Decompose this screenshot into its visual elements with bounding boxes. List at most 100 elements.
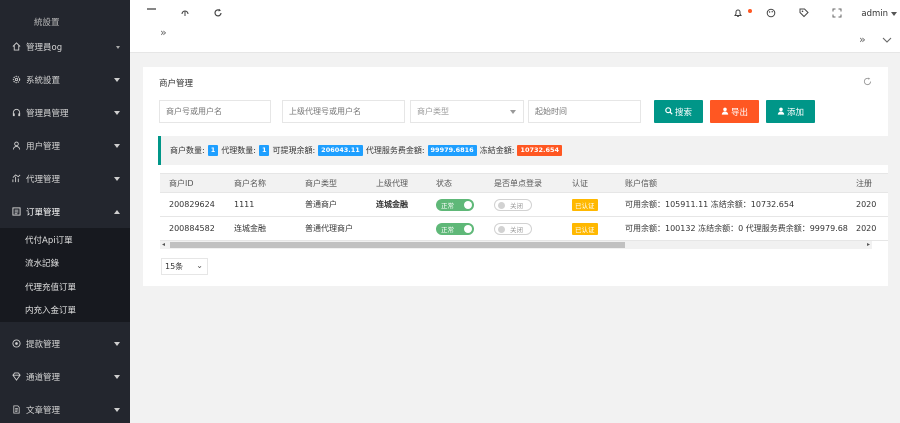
chevron-down-icon: [114, 408, 120, 412]
cell-balance: 可用余额：105911.11 冻结余额：10732.654: [625, 200, 795, 209]
sidebar-subitem-flow-records[interactable]: 流水記錄: [0, 252, 130, 276]
collapse-menu-icon[interactable]: [147, 6, 157, 17]
frozen-label: 冻結金額:: [479, 146, 515, 155]
status-toggle[interactable]: 正常: [436, 198, 474, 211]
fullscreen-icon[interactable]: [832, 8, 842, 21]
cell-reg-time: 2020: [856, 200, 877, 209]
sidebar-item-label: 管理員管理: [26, 108, 69, 119]
auth-badge: 已认证: [572, 222, 598, 235]
home-icon: [11, 42, 21, 52]
cell-reg-time: 2020: [856, 224, 877, 233]
chevron-down-icon: [114, 375, 120, 379]
agent-fee-badge: 99979.6816: [427, 145, 477, 156]
add-user-icon: [777, 107, 785, 117]
cell-merchant-id: 200829624: [169, 200, 215, 209]
cell-auth: 已认证: [572, 193, 598, 216]
notification-dot: [748, 9, 752, 13]
chevron-down-icon: [114, 144, 120, 148]
merchant-card: 商户管理 商户类型 搜索 导出 添加 商户数量: 1 代理数量: 1 可提現余額…: [143, 67, 888, 286]
available-label: 可提現余額:: [272, 146, 316, 155]
diamond-icon: [11, 372, 21, 382]
scrollbar-thumb[interactable]: [170, 242, 625, 248]
tab-right-arrows-icon[interactable]: »: [859, 33, 866, 46]
sso-toggle[interactable]: 关闭: [494, 222, 532, 235]
card-refresh-icon[interactable]: [863, 77, 872, 89]
note-icon[interactable]: [799, 8, 809, 21]
gear-icon: [11, 75, 21, 85]
page-size-value: 15条: [165, 262, 184, 271]
col-header: 注册: [856, 178, 872, 188]
sidebar-item-user-management[interactable]: 用户管理: [0, 129, 130, 162]
add-button-label: 添加: [786, 107, 804, 118]
theme-icon[interactable]: [766, 8, 776, 21]
globe-icon[interactable]: [180, 8, 190, 21]
sidebar-item-label: 通道管理: [26, 372, 61, 383]
sso-toggle-label: 关闭: [510, 225, 523, 234]
sidebar-subitem-internal-deposit[interactable]: 内充入金订單: [0, 299, 130, 323]
merchant-count-label: 商户数量:: [170, 146, 205, 155]
sidebar-item-admin-log[interactable]: 管理員og: [0, 30, 130, 63]
merchant-search-input[interactable]: [159, 100, 271, 123]
sidebar-item-withdraw-management[interactable]: 提款管理: [0, 327, 130, 360]
col-header: 商户ID: [169, 178, 194, 188]
start-time-input[interactable]: [528, 100, 641, 123]
sidebar-item-label: 系統設置: [26, 75, 61, 86]
sidebar-item-agent-management[interactable]: 代理管理: [0, 162, 130, 195]
sidebar-item-system-settings[interactable]: 系統設置: [0, 63, 130, 96]
export-user-icon: [721, 107, 729, 117]
sidebar-item-order-management[interactable]: 订單管理: [0, 195, 130, 228]
scroll-right-arrow-icon[interactable]: ▸: [867, 241, 870, 248]
page-size-select[interactable]: 15条 ⌄: [161, 258, 208, 275]
sidebar-item-channel-management[interactable]: 通道管理: [0, 360, 130, 393]
export-button[interactable]: 导出: [710, 100, 759, 123]
col-header: 上级代理: [376, 178, 408, 188]
bell-icon[interactable]: [733, 8, 743, 21]
table-row[interactable]: 200829624 1111 普通商户 连城金融 正常 关闭 已认证 可用余额：…: [160, 193, 888, 217]
add-button[interactable]: 添加: [766, 100, 815, 123]
status-toggle-label: 正常: [441, 201, 454, 210]
sso-toggle[interactable]: 关闭: [494, 198, 532, 211]
sidebar-subitem-agent-recharge[interactable]: 代理充值订單: [0, 275, 130, 299]
sidebar-item-article-management[interactable]: 文章管理: [0, 393, 130, 423]
agent-search-input[interactable]: [282, 100, 405, 123]
tab-left-arrows-icon[interactable]: »: [160, 26, 167, 39]
sidebar-item-label: 管理員og: [26, 42, 63, 53]
cell-merchant-id: 200884582: [169, 224, 215, 233]
agent-count-label: 代理数量:: [221, 146, 256, 155]
top-navbar: » admin »: [130, 0, 900, 53]
sidebar-item-label: 文章管理: [26, 405, 61, 416]
refresh-icon[interactable]: [213, 8, 223, 21]
search-button[interactable]: 搜索: [654, 100, 703, 123]
col-header: 商户类型: [305, 178, 337, 188]
merchant-type-select[interactable]: 商户类型: [410, 100, 524, 123]
status-toggle[interactable]: 正常: [436, 222, 474, 235]
cell-merchant-type: 普通商户: [305, 200, 337, 209]
cell-auth: 已认证: [572, 217, 598, 240]
col-header: 是否单点登录: [494, 178, 542, 188]
search-button-label: 搜索: [674, 107, 692, 118]
cell-merchant-name: 连城金融: [234, 224, 266, 233]
sidebar-subitem-api-orders[interactable]: 代付Api订單: [0, 228, 130, 252]
sidebar-item-label: 提款管理: [26, 339, 61, 350]
cell-balance: 可用余额：100132 冻结余额：0 代理服务费余额：99979.68: [625, 224, 848, 233]
merchant-table: 商户ID 商户名称 商户类型 上级代理 状态 是否单点登录 认证 账户信额 注册…: [160, 173, 888, 241]
sidebar-item-label: 代理管理: [26, 174, 61, 185]
chevron-down-icon: ⌄: [196, 261, 203, 270]
cell-merchant-type: 普通代理商户: [305, 224, 353, 233]
sidebar-top-item[interactable]: 統設置: [0, 0, 130, 30]
cell-status: 正常: [436, 217, 474, 240]
tab-dropdown-icon[interactable]: [882, 35, 892, 46]
chevron-down-icon: [510, 110, 516, 114]
table-row[interactable]: 200884582 连城金融 普通代理商户 正常 关闭 已认证 可用余额：100…: [160, 217, 888, 241]
sidebar-item-label: 订單管理: [26, 207, 61, 218]
coin-icon: [11, 339, 21, 349]
col-header: 商户名称: [234, 178, 266, 188]
user-menu[interactable]: admin: [861, 9, 897, 19]
available-badge: 206043.11: [318, 145, 363, 156]
frozen-badge: 10732.654: [517, 145, 563, 156]
table-horizontal-scrollbar[interactable]: ◂ ▸: [160, 241, 872, 249]
sidebar-item-admin-management[interactable]: 管理員管理: [0, 96, 130, 129]
agent-fee-label: 代理服务费金額:: [365, 146, 425, 155]
user-icon: [11, 141, 21, 151]
scroll-left-arrow-icon[interactable]: ◂: [162, 241, 165, 248]
